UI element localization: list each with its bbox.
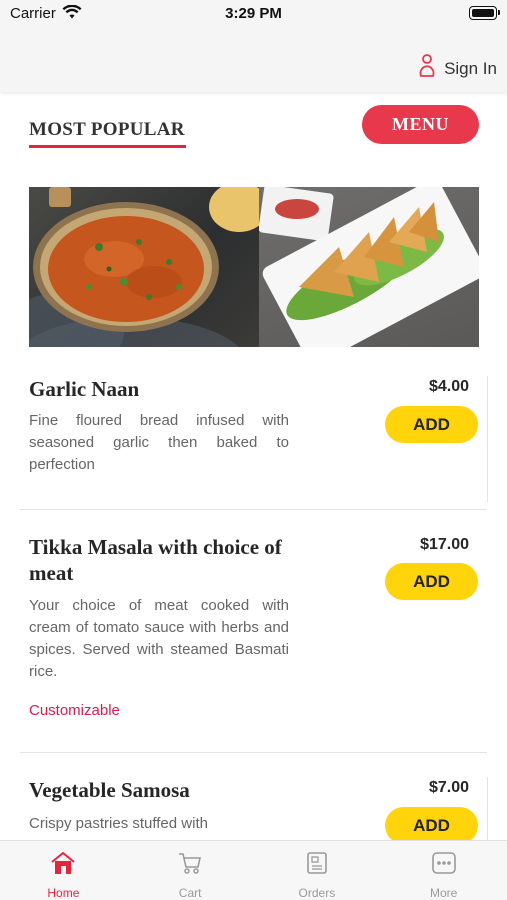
item-description: Crispy pastries stuffed with (29, 815, 208, 832)
add-button[interactable]: ADD (385, 563, 478, 600)
add-button[interactable]: ADD (385, 406, 478, 443)
home-icon (50, 851, 76, 880)
battery-icon (469, 6, 500, 20)
user-icon (418, 54, 436, 83)
sign-in-button[interactable]: Sign In (418, 54, 497, 83)
tab-more[interactable]: More (380, 841, 507, 900)
tab-label: Cart (178, 886, 202, 900)
menu-button[interactable]: MENU (362, 105, 479, 144)
tab-label: Home (47, 886, 80, 900)
customizable-badge: Customizable (29, 702, 120, 719)
item-price: $17.00 (420, 536, 469, 553)
item-name: Garlic Naan (29, 377, 140, 401)
item-price: $7.00 (428, 779, 469, 796)
menu-item[interactable]: Tikka Masala with choice of meat $17.00 … (0, 534, 507, 749)
status-time: 3:29 PM (225, 5, 282, 22)
tab-label: More (429, 886, 458, 900)
divider (20, 509, 487, 510)
menu-item[interactable]: Garlic Naan $4.00 Fine floured bread inf… (0, 376, 507, 510)
item-description: Your choice of meat cooked with cream of… (29, 597, 289, 680)
item-border (487, 376, 488, 502)
orders-icon (304, 851, 330, 880)
item-name: Tikka Masala with choice of meat (29, 535, 282, 585)
app-header: Sign In (0, 26, 507, 92)
tab-home[interactable]: Home (0, 841, 127, 900)
popular-hero-image (29, 187, 479, 347)
tikka-masala-photo (29, 187, 269, 347)
cart-icon (177, 851, 203, 880)
sign-in-label: Sign In (444, 58, 497, 78)
more-icon (431, 851, 457, 880)
divider (20, 752, 487, 753)
menu-content[interactable]: MOST POPULAR MENU Garlic Naan $4.00 Fine… (0, 92, 507, 840)
status-bar: Carrier 3:29 PM (0, 0, 507, 26)
tab-bar: Home Cart Orders More (0, 840, 507, 900)
menu-item[interactable]: Vegetable Samosa $7.00 Crispy pastries s… (0, 777, 507, 840)
tab-cart[interactable]: Cart (127, 841, 254, 900)
tab-label: Orders (298, 886, 336, 900)
tab-orders[interactable]: Orders (254, 841, 381, 900)
samosa-photo (258, 187, 479, 347)
item-price: $4.00 (428, 378, 469, 395)
item-border (487, 777, 488, 840)
section-underline (29, 145, 186, 148)
item-description: Fine floured bread infused with seasoned… (29, 412, 289, 473)
item-name: Vegetable Samosa (29, 778, 190, 802)
add-button[interactable]: ADD (385, 807, 478, 840)
section-title: MOST POPULAR (29, 119, 185, 140)
